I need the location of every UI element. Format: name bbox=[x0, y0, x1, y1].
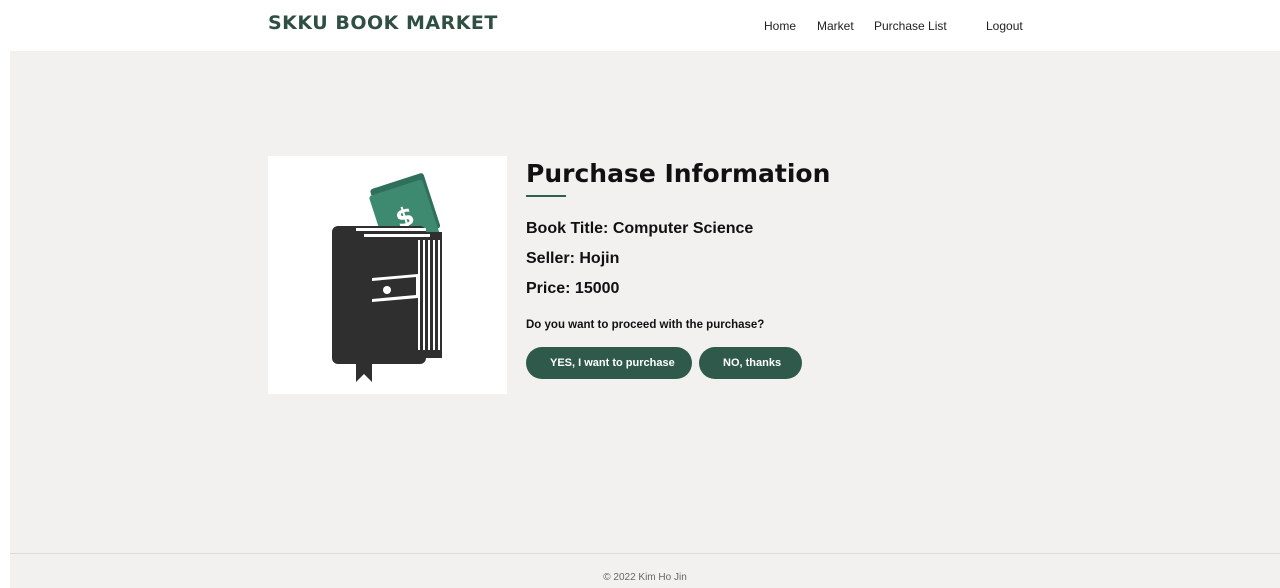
book-wallet-money-icon: $ bbox=[332, 173, 442, 382]
price-text: Price: 15000 bbox=[526, 280, 620, 297]
nav-market[interactable]: Market bbox=[817, 19, 854, 33]
confirm-question: Do you want to proceed with the purchase… bbox=[526, 319, 765, 331]
book-title-text: Book Title: Computer Science bbox=[526, 220, 754, 237]
copyright-text: © 2022 Kim Ho Jin bbox=[603, 572, 687, 583]
footer: © 2022 Kim Ho Jin bbox=[10, 553, 1280, 588]
confirm-purchase-button[interactable]: YES, I want to purchase bbox=[526, 347, 692, 379]
seller-text: Seller: Hojin bbox=[526, 250, 620, 267]
page-title: Purchase Information bbox=[526, 159, 831, 188]
nav-logout[interactable]: Logout bbox=[986, 19, 1023, 33]
title-underline bbox=[526, 195, 566, 197]
confirm-buttons: YES, I want to purchase NO, thanks bbox=[526, 347, 946, 379]
header: SKKU BOOK MARKET Home Market Purchase Li… bbox=[0, 0, 1280, 51]
nav-purchase-list[interactable]: Purchase List bbox=[874, 19, 947, 33]
main-content: $ Purchase Information Book Title: Compu… bbox=[10, 51, 1280, 553]
brand-logo[interactable]: SKKU BOOK MARKET bbox=[268, 12, 498, 34]
purchase-info-panel: Purchase Information Book Title: Compute… bbox=[526, 159, 946, 379]
nav-home[interactable]: Home bbox=[764, 19, 796, 33]
product-image: $ bbox=[268, 156, 507, 394]
cancel-purchase-button[interactable]: NO, thanks bbox=[699, 347, 802, 379]
